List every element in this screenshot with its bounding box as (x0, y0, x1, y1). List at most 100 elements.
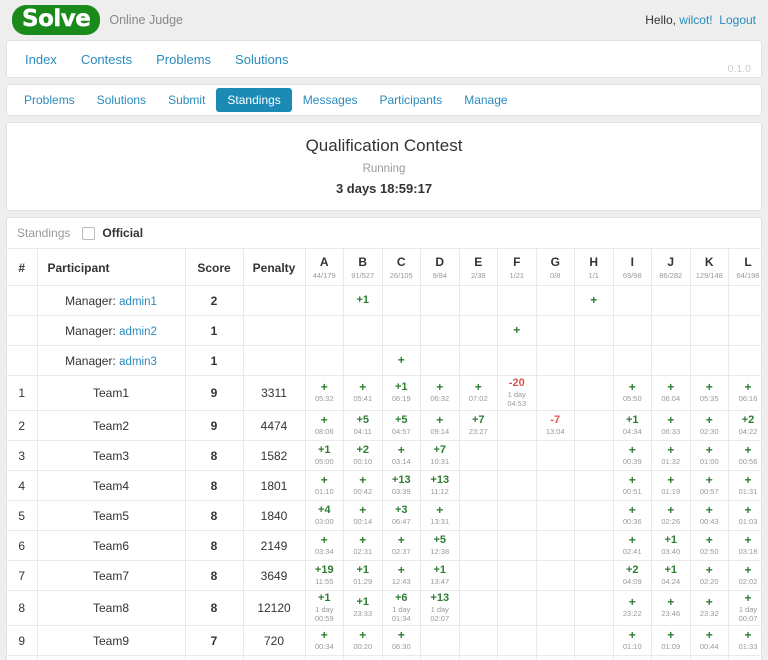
result-cell[interactable]: +13 11:12 (420, 470, 459, 501)
nav-item-solutions[interactable]: Solutions (223, 46, 300, 73)
tab-manage[interactable]: Manage (453, 88, 518, 112)
site-logo[interactable]: Solve (12, 5, 101, 35)
result-cell[interactable]: +1 (343, 285, 382, 316)
result-cell[interactable]: +04:40 (381, 655, 421, 660)
result-cell[interactable]: +02:02 (728, 560, 761, 591)
col-problem-k[interactable]: K 129/148 (689, 248, 729, 286)
result-cell[interactable]: +00:39 (612, 440, 652, 471)
result-cell[interactable]: +03:34 (304, 530, 344, 561)
result-cell[interactable]: +00:51 (612, 470, 652, 501)
result-cell[interactable]: +01:32 (651, 440, 690, 471)
result-cell[interactable]: +00:20 (343, 625, 382, 656)
result-cell[interactable]: +05:32 (304, 375, 344, 411)
result-cell[interactable]: +5 04:11 (343, 410, 382, 441)
result-cell[interactable]: +4 03:00 (304, 500, 344, 531)
result-cell[interactable]: +7 10:31 (420, 440, 459, 471)
result-cell[interactable]: +03:18 (728, 530, 761, 561)
result-cell[interactable]: +2 04:09 (612, 560, 652, 591)
result-cell[interactable]: +00:42 (343, 470, 382, 501)
tab-standings[interactable]: Standings (216, 88, 292, 112)
col-problem-j[interactable]: J 86/282 (651, 248, 690, 286)
manager-link[interactable]: admin2 (119, 326, 157, 338)
result-cell[interactable]: +00:36 (612, 500, 652, 531)
result-cell[interactable]: +23:22 (612, 590, 652, 626)
tab-submit[interactable]: Submit (157, 88, 216, 112)
result-cell[interactable]: +5 04:57 (381, 410, 421, 441)
result-cell[interactable]: +06:30 (381, 625, 421, 656)
participant-cell[interactable]: Team8 (36, 590, 185, 626)
result-cell[interactable]: + (381, 345, 421, 376)
result-cell[interactable]: +23:32 (689, 590, 729, 626)
result-cell[interactable]: +06:32 (420, 375, 459, 411)
official-checkbox-label[interactable]: Official (102, 226, 143, 240)
col-problem-c[interactable]: C 26/105 (381, 248, 421, 286)
result-cell[interactable]: +01:09 (651, 625, 690, 656)
result-cell[interactable]: +06:04 (651, 375, 690, 411)
result-cell[interactable]: +06:33 (651, 410, 690, 441)
participant-cell[interactable]: Team6 (36, 530, 185, 561)
result-cell[interactable]: +01:00 (689, 440, 729, 471)
col-problem-a[interactable]: A 44/179 (304, 248, 344, 286)
result-cell[interactable]: +2 00:10 (343, 440, 382, 471)
result-cell[interactable]: +7 23:27 (458, 410, 498, 441)
manager-link[interactable]: admin1 (119, 296, 157, 308)
official-checkbox[interactable] (82, 226, 96, 240)
tab-participants[interactable]: Participants (369, 88, 454, 112)
result-cell[interactable]: +3 06:47 (381, 500, 421, 531)
result-cell[interactable]: + (574, 285, 613, 316)
result-cell[interactable]: +19 11:55 (304, 560, 344, 591)
result-cell[interactable]: +1 23:33 (343, 590, 382, 626)
participant-cell[interactable]: Team7 (36, 560, 185, 591)
result-cell[interactable]: -20 1 day 04:53 (497, 375, 536, 411)
result-cell[interactable]: +1 13:47 (420, 560, 459, 591)
participant-cell[interactable]: Team5 (36, 500, 185, 531)
result-cell[interactable]: +13 1 day 02:07 (420, 590, 459, 626)
result-cell[interactable]: +23:46 (651, 590, 690, 626)
result-cell[interactable]: +01:19 (651, 470, 690, 501)
col-problem-g[interactable]: G 0/8 (535, 248, 575, 286)
result-cell[interactable]: +00:44 (689, 625, 729, 656)
result-cell[interactable]: +00:57 (689, 470, 729, 501)
result-cell[interactable]: +00:14 (343, 500, 382, 531)
result-cell[interactable]: +00:43 (689, 500, 729, 531)
nav-item-problems[interactable]: Problems (144, 46, 223, 73)
result-cell[interactable]: +1 1 day 00:59 (304, 590, 344, 626)
result-cell[interactable]: +01:03 (728, 500, 761, 531)
result-cell[interactable]: +03:14 (381, 440, 421, 471)
result-cell[interactable]: +01:10 (612, 625, 652, 656)
result-cell[interactable]: +1 04:24 (651, 560, 690, 591)
participant-cell[interactable]: Team4 (36, 470, 185, 501)
result-cell[interactable]: +03:02 (728, 655, 761, 660)
result-cell[interactable]: +02:37 (381, 530, 421, 561)
result-cell[interactable]: +1 03:40 (651, 530, 690, 561)
result-cell[interactable]: -7 13:04 (535, 410, 575, 441)
participant-cell[interactable]: Team10 (36, 655, 185, 660)
result-cell[interactable]: +1 04:34 (612, 410, 652, 441)
result-cell[interactable]: +01:33 (728, 625, 761, 656)
result-cell[interactable]: +02:20 (689, 560, 729, 591)
result-cell[interactable]: + (497, 315, 536, 346)
result-cell[interactable]: +00:34 (304, 625, 344, 656)
result-cell[interactable]: +02:31 (343, 530, 382, 561)
result-cell[interactable]: +05:50 (612, 375, 652, 411)
result-cell[interactable]: +02:50 (689, 530, 729, 561)
result-cell[interactable]: +02:41 (612, 530, 652, 561)
result-cell[interactable]: +00:53 (689, 655, 729, 660)
nav-item-index[interactable]: Index (13, 46, 69, 73)
result-cell[interactable]: +12:43 (381, 560, 421, 591)
result-cell[interactable]: -501:28 (420, 655, 459, 660)
result-cell[interactable]: +08:06 (304, 410, 344, 441)
result-cell[interactable]: +09:14 (420, 410, 459, 441)
result-cell[interactable]: +2 04:22 (728, 410, 761, 441)
result-cell[interactable]: +03:40 (304, 655, 344, 660)
result-cell[interactable]: +1 05:00 (304, 440, 344, 471)
tab-solutions[interactable]: Solutions (86, 88, 157, 112)
result-cell[interactable]: +01:10 (304, 470, 344, 501)
col-problem-i[interactable]: I 69/98 (612, 248, 652, 286)
result-cell[interactable]: +01:31 (728, 470, 761, 501)
result-cell[interactable]: +5 12:38 (420, 530, 459, 561)
result-cell[interactable]: +02:30 (689, 410, 729, 441)
result-cell[interactable]: +00:56 (728, 440, 761, 471)
participant-cell[interactable]: Team9 (36, 625, 185, 656)
participant-cell[interactable]: Team2 (36, 410, 185, 441)
